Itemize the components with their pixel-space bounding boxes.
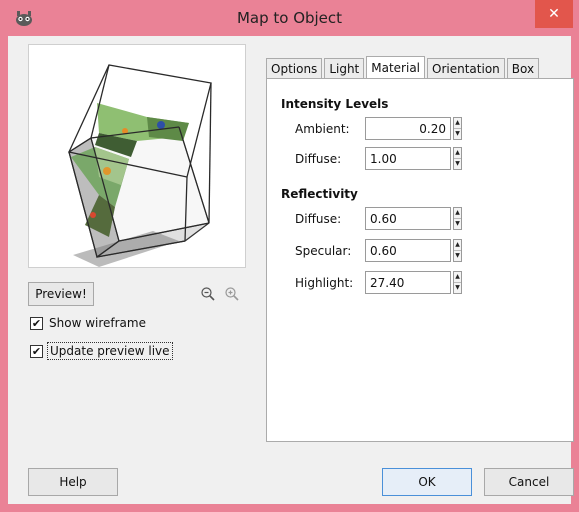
- help-button[interactable]: Help: [28, 468, 118, 496]
- diffuse-stepper[interactable]: ▲ ▼: [453, 147, 462, 170]
- preview-area: [28, 44, 246, 268]
- ambient-row: Ambient: 0.20 ▲ ▼: [295, 117, 462, 140]
- window-title: Map to Object: [236, 9, 343, 27]
- zoom-in-button[interactable]: [222, 284, 242, 304]
- specular-input[interactable]: 0.60: [365, 239, 451, 262]
- refl-diffuse-spinbox: 0.60 ▲ ▼: [365, 207, 462, 230]
- zoom-out-button[interactable]: [198, 284, 218, 304]
- ambient-stepper[interactable]: ▲ ▼: [453, 117, 462, 140]
- close-icon: ✕: [548, 6, 560, 22]
- tab-orientation[interactable]: Orientation: [427, 58, 505, 78]
- diffuse-input[interactable]: 1.00: [365, 147, 451, 170]
- cancel-button-label: Cancel: [508, 475, 550, 489]
- cube-preview-image: [68, 64, 212, 267]
- specular-row: Specular: 0.60 ▲ ▼: [295, 239, 462, 262]
- highlight-label: Highlight:: [295, 275, 354, 290]
- tab-options[interactable]: Options: [266, 58, 323, 78]
- refl-diffuse-input[interactable]: 0.60: [365, 207, 451, 230]
- ambient-input[interactable]: 0.20: [365, 117, 451, 140]
- show-wireframe-option[interactable]: ✔ Show wireframe: [30, 316, 146, 330]
- cancel-button[interactable]: Cancel: [484, 468, 574, 496]
- highlight-spinbox: 27.40 ▲ ▼: [365, 271, 462, 294]
- highlight-input[interactable]: 27.40: [365, 271, 451, 294]
- refl-diffuse-stepper[interactable]: ▲ ▼: [453, 207, 462, 230]
- diffuse-spinbox: 1.00 ▲ ▼: [365, 147, 462, 170]
- highlight-row: Highlight: 27.40 ▲ ▼: [295, 271, 462, 294]
- show-wireframe-checkbox[interactable]: ✔: [30, 316, 43, 330]
- ok-button[interactable]: OK: [382, 468, 472, 496]
- show-wireframe-label: Show wireframe: [49, 316, 146, 330]
- diffuse-row: Diffuse: 1.00 ▲ ▼: [295, 147, 462, 170]
- tab-light[interactable]: Light: [324, 58, 365, 78]
- ambient-spinbox: 0.20 ▲ ▼: [365, 117, 462, 140]
- update-preview-live-label: Update preview live: [47, 342, 173, 360]
- specular-spinbox: 0.60 ▲ ▼: [365, 239, 462, 262]
- update-preview-live-option[interactable]: ✔ Update preview live: [30, 342, 173, 360]
- preview-button[interactable]: Preview!: [28, 282, 94, 306]
- zoom-in-icon: [225, 287, 239, 301]
- highlight-stepper[interactable]: ▲ ▼: [453, 271, 462, 294]
- specular-stepper[interactable]: ▲ ▼: [453, 239, 462, 262]
- ok-button-label: OK: [418, 475, 436, 489]
- update-preview-live-checkbox[interactable]: ✔: [30, 344, 43, 358]
- tab-bar: Options Light Material Orientation Box: [266, 56, 541, 78]
- close-button[interactable]: ✕: [535, 0, 573, 28]
- diffuse-label: Diffuse:: [295, 151, 342, 166]
- tab-box[interactable]: Box: [506, 58, 540, 78]
- zoom-out-icon: [201, 287, 215, 301]
- tab-material[interactable]: Material: [366, 56, 426, 78]
- help-button-label: Help: [59, 475, 87, 489]
- title-bar[interactable]: Map to Object ✕: [0, 0, 579, 36]
- preview-button-label: Preview!: [35, 287, 87, 301]
- refl-diffuse-row: Diffuse: 0.60 ▲ ▼: [295, 207, 462, 230]
- refl-diffuse-label: Diffuse:: [295, 211, 342, 226]
- ambient-label: Ambient:: [295, 121, 350, 136]
- specular-label: Specular:: [295, 243, 352, 258]
- dialog-window: Map to Object ✕ Preview! ✔ Show wirefram…: [0, 0, 579, 512]
- material-panel: Intensity Levels Ambient: 0.20 ▲ ▼ Diffus…: [266, 78, 574, 442]
- reflectivity-heading: Reflectivity: [281, 187, 358, 201]
- intensity-levels-heading: Intensity Levels: [281, 97, 389, 111]
